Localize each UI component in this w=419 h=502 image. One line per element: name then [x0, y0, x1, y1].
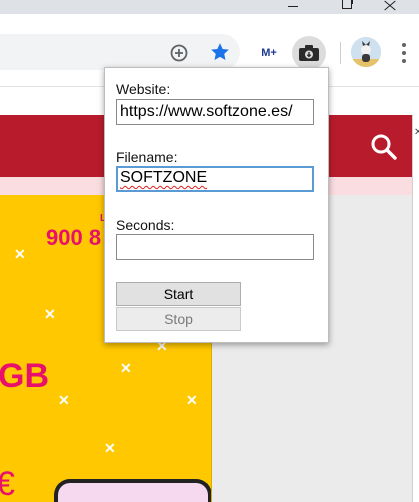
bookmark-star-icon[interactable]	[207, 39, 233, 65]
promo-phone-number: 900 8	[46, 225, 102, 250]
restore-button[interactable]	[326, 0, 366, 14]
toolbar-separator	[340, 42, 341, 64]
website-label: Website:	[116, 81, 171, 97]
seconds-input[interactable]	[116, 234, 314, 260]
sparkle-icon: ✕	[14, 246, 26, 262]
phone-image	[54, 479, 211, 502]
close-button[interactable]	[372, 0, 412, 14]
stop-button[interactable]: Stop	[116, 307, 241, 331]
movistar-icon-text: M+	[261, 47, 277, 59]
filename-value: SOFTZONE	[120, 169, 208, 186]
sparkle-icon: ✕	[58, 392, 70, 408]
capture-extension-popup: Website: Filename: SOFTZONE Seconds: Sta…	[104, 67, 329, 343]
sparkle-icon: ✕	[120, 360, 132, 376]
address-bar[interactable]	[0, 34, 240, 70]
chrome-menu-icon[interactable]	[396, 40, 412, 66]
promo-gb-text: GB	[0, 357, 49, 395]
profile-avatar[interactable]	[351, 37, 381, 67]
screen-capture-extension-icon[interactable]	[292, 36, 326, 70]
zoom-icon[interactable]	[168, 42, 190, 64]
search-icon[interactable]	[370, 133, 398, 161]
window-titlebar	[0, 0, 419, 14]
movistar-extension-icon[interactable]: M+	[256, 42, 282, 64]
seconds-label: Seconds:	[116, 217, 175, 233]
sparkle-icon: ✕	[44, 306, 56, 322]
sparkle-icon: ✕	[186, 392, 198, 408]
sparkle-icon: ✕	[104, 440, 116, 456]
filename-input[interactable]: SOFTZONE	[116, 166, 314, 192]
page-scrollbar[interactable]	[412, 115, 419, 502]
website-input[interactable]	[116, 99, 314, 125]
filename-label: Filename:	[116, 149, 178, 165]
edge-mark-icon: ✕	[414, 127, 419, 138]
promo-currency: €	[0, 465, 15, 502]
minimize-button[interactable]	[272, 0, 312, 14]
start-button[interactable]: Start	[116, 282, 241, 306]
